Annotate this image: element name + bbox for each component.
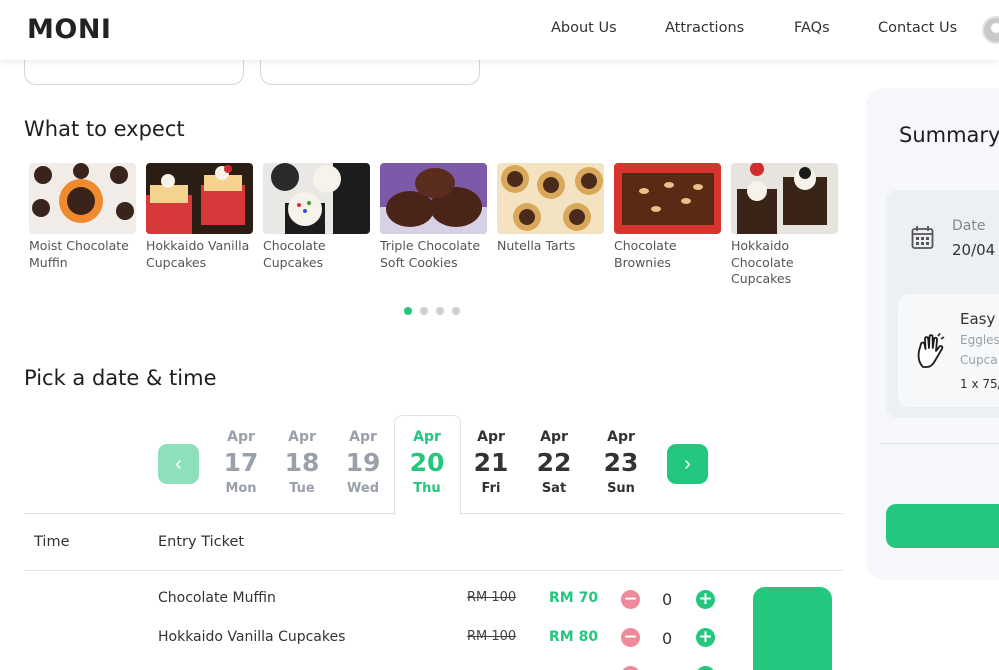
avatar[interactable] [982, 16, 999, 44]
minus-icon[interactable]: − [621, 628, 640, 647]
date-day: 18 [284, 448, 320, 477]
date-month: Apr [607, 429, 635, 445]
summary-item-subtitle: Eggles [960, 333, 999, 347]
date-month: Apr [349, 429, 377, 445]
logo[interactable]: MONI [27, 14, 111, 45]
ticket-quantity: 0 [662, 629, 673, 648]
page: MONI About Us Attractions FAQs Contact U… [0, 0, 999, 670]
carousel-dot[interactable] [420, 307, 428, 315]
column-header-time: Time [34, 534, 70, 550]
minus-icon[interactable] [621, 666, 640, 670]
carousel-item[interactable]: Chocolate Cupcakes [263, 163, 370, 271]
carousel-item[interactable]: Hokkaido Vanilla Cupcakes [146, 163, 253, 271]
muffin-photo [29, 163, 136, 234]
chevron-left-icon: ‹ [175, 453, 182, 475]
date-option[interactable]: Apr 19 Wed [333, 429, 393, 496]
section-title-expect: What to expect [24, 117, 185, 141]
ticket-original-price: RM 100 [467, 590, 517, 605]
date-weekday: Sat [541, 481, 567, 496]
date-option[interactable]: Apr 21 Fri [461, 429, 521, 496]
date-weekday: Wed [347, 481, 379, 496]
divider [880, 443, 999, 444]
brownie-photo [614, 163, 721, 234]
date-weekday: Fri [481, 481, 501, 496]
summary-date-value: 20/04 [952, 241, 996, 259]
carousel-dot[interactable] [436, 307, 444, 315]
calendar-icon [911, 226, 934, 249]
date-day: 17 [223, 448, 259, 477]
carousel-item-label: Chocolate Brownies [614, 238, 677, 270]
date-day: 22 [536, 448, 572, 477]
date-weekday: Thu [413, 481, 441, 496]
summary-title: Summary [899, 123, 999, 147]
carousel-dot[interactable] [452, 307, 460, 315]
selected-day-tab-gap [395, 513, 460, 515]
ticket-discount-price: RM 70 [549, 590, 599, 606]
time-slot-button[interactable] [753, 587, 832, 670]
date-option-selected[interactable]: Apr 20 Thu [397, 429, 457, 496]
tart-photo [497, 163, 604, 234]
cupcake-photo [731, 163, 838, 234]
column-header-entry-ticket: Entry Ticket [158, 534, 245, 550]
date-month: Apr [477, 429, 505, 445]
date-day: 19 [345, 448, 381, 477]
checkout-button[interactable] [886, 504, 999, 548]
carousel-item[interactable]: Nutella Tarts [497, 163, 604, 255]
plus-icon[interactable]: + [696, 590, 715, 609]
nav-contact-us[interactable]: Contact Us [878, 20, 957, 36]
date-weekday: Mon [225, 481, 257, 496]
minus-icon[interactable]: − [621, 590, 640, 609]
carousel-item-label: Chocolate Cupcakes [263, 238, 326, 270]
nav-about-us[interactable]: About Us [551, 20, 617, 36]
carousel-item-label: Hokkaido Chocolate Cupcakes [731, 238, 794, 286]
summary-item-title: Easy [960, 310, 996, 328]
date-option[interactable]: Apr 17 Mon [211, 429, 271, 496]
carousel-item-label: Triple Chocolate Soft Cookies [380, 238, 481, 270]
cupcake-photo [263, 163, 370, 234]
ticket-original-price: RM 100 [467, 629, 517, 644]
ticket-quantity: 0 [662, 590, 673, 609]
section-title-pick-date: Pick a date & time [24, 366, 217, 390]
date-month: Apr [413, 429, 441, 445]
carousel-item-label: Nutella Tarts [497, 238, 576, 253]
cookie-photo [380, 163, 487, 234]
date-month: Apr [227, 429, 255, 445]
date-day: 20 [409, 448, 445, 477]
nav-attractions[interactable]: Attractions [665, 20, 744, 36]
carousel-item-label: Moist Chocolate Muffin [29, 238, 129, 270]
date-option[interactable]: Apr 23 Sun [591, 429, 651, 496]
cupcake-photo [146, 163, 253, 234]
nav-faqs[interactable]: FAQs [794, 20, 830, 36]
summary-item-quantity: 1 x 75/ [960, 377, 999, 391]
date-weekday: Tue [289, 481, 315, 496]
plus-icon[interactable]: + [696, 628, 715, 647]
date-day: 23 [603, 448, 639, 477]
carousel-item[interactable]: Hokkaido Chocolate Cupcakes [731, 163, 838, 288]
ticket-name: Chocolate Muffin [158, 590, 276, 606]
prev-week-button[interactable]: ‹ [158, 444, 199, 484]
carousel-item-label: Hokkaido Vanilla Cupcakes [146, 238, 250, 270]
top-navbar: MONI About Us Attractions FAQs Contact U… [0, 0, 999, 60]
chevron-right-icon: › [684, 453, 691, 475]
ticket-name: Hokkaido Vanilla Cupcakes [158, 629, 346, 645]
carousel-item[interactable]: Moist Chocolate Muffin [29, 163, 136, 271]
carousel-pagination [404, 307, 460, 315]
divider [24, 570, 843, 571]
carousel-dot-active[interactable] [404, 307, 412, 315]
plus-icon[interactable] [696, 666, 715, 670]
next-week-button[interactable]: › [667, 444, 708, 484]
date-month: Apr [288, 429, 316, 445]
carousel-item[interactable]: Chocolate Brownies [614, 163, 721, 271]
hand-wave-icon [917, 333, 945, 368]
date-option[interactable]: Apr 22 Sat [524, 429, 584, 496]
date-option[interactable]: Apr 18 Tue [272, 429, 332, 496]
summary-item-subtitle: Cupca [960, 353, 998, 367]
summary-date-label: Date [952, 218, 986, 234]
ticket-discount-price: RM 80 [549, 629, 599, 645]
date-weekday: Sun [607, 481, 635, 496]
carousel-item[interactable]: Triple Chocolate Soft Cookies [380, 163, 487, 271]
date-month: Apr [540, 429, 568, 445]
date-day: 21 [473, 448, 509, 477]
